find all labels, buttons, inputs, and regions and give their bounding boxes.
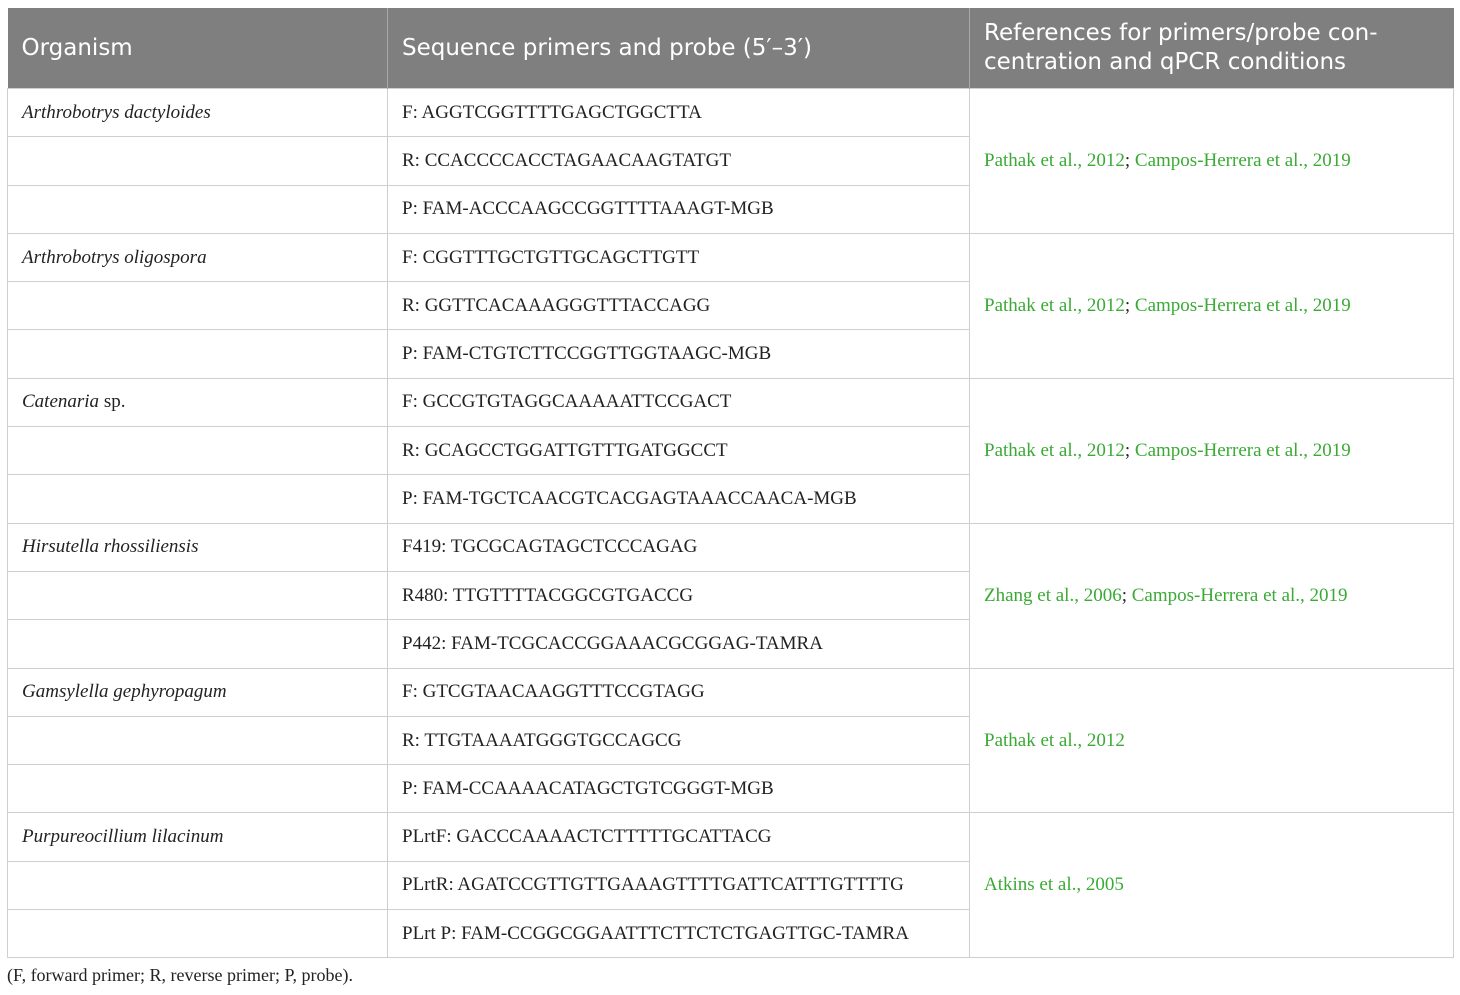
sequence-cell: P: FAM-CTGTCTTCCGGTTGGTAAGC-MGB xyxy=(387,329,970,379)
reference-link[interactable]: Pathak et al., 2012 xyxy=(984,440,1125,461)
organism-cell: Catenaria sp. xyxy=(7,377,388,428)
references-cell: Pathak et al., 2012; Campos-Herrera et a… xyxy=(969,377,1454,524)
references-cell: Pathak et al., 2012 xyxy=(969,667,1454,814)
empty-organism-cell xyxy=(7,329,388,379)
reference-link[interactable]: Campos-Herrera et al., 2019 xyxy=(1135,440,1351,461)
reference-link[interactable]: Campos-Herrera et al., 2019 xyxy=(1135,150,1351,171)
header-sequence: Sequence primers and probe (5′–3′) xyxy=(387,8,970,89)
reference-link[interactable]: Campos-Herrera et al., 2019 xyxy=(1132,585,1348,606)
header-references: References for primers/probe con-centrat… xyxy=(969,8,1454,89)
table-row: Gamsylella gephyropagum F: GTCGTAACAAGGTT… xyxy=(7,667,1454,814)
organism-cell: Gamsylella gephyropagum xyxy=(7,667,388,717)
reference-link[interactable]: Pathak et al., 2012 xyxy=(984,295,1125,316)
reference-link[interactable]: Zhang et al., 2006 xyxy=(984,585,1122,606)
organism-name: Hirsutella rhossiliensis xyxy=(22,536,199,558)
organism-name: Purpureocillium lilacinum xyxy=(22,826,224,848)
sequence-cell: P: FAM-ACCCAAGCCGGTTTTAAAGT-MGB xyxy=(387,184,970,234)
primers-table: Organism Sequence primers and probe (5′–… xyxy=(7,8,1454,959)
sequence-cell: F419: TGCGCAGTAGCTCCCAGAG xyxy=(387,522,970,572)
sequence-cell: P: FAM-TGCTCAACGTCACGAGTAAACCAACA-MGB xyxy=(387,474,970,524)
references-cell: Atkins et al., 2005 xyxy=(969,812,1454,959)
sequence-cell: F: GCCGTGTAGGCAAAAATTCCGACT xyxy=(387,377,970,428)
table-row: Arthrobotrys dactyloides F: AGGTCGGTTTTGA… xyxy=(7,87,1454,234)
sequence-cell: F: GTCGTAACAAGGTTTCCGTAGG xyxy=(387,667,970,717)
empty-organism-cell xyxy=(7,619,388,669)
empty-organism-cell xyxy=(7,426,388,476)
sequence-cell: F: CGGTTTGCTGTTGCAGCTTGTT xyxy=(387,232,970,283)
sequence-cell: F: AGGTCGGTTTTGAGCTGGCTTA xyxy=(387,87,970,138)
reference-link[interactable]: Pathak et al., 2012 xyxy=(984,730,1125,751)
sequence-cell: PLrtF: GACCCAAAACTCTTTTTGCATTACG xyxy=(387,812,970,862)
reference-separator: ; xyxy=(1124,439,1135,461)
empty-organism-cell xyxy=(7,184,388,234)
empty-organism-cell xyxy=(7,860,388,911)
empty-organism-cell xyxy=(7,909,388,959)
reference-separator: ; xyxy=(1121,584,1132,606)
header-row: Organism Sequence primers and probe (5′–… xyxy=(7,8,1454,89)
organism-cell: Arthrobotrys oligospora xyxy=(7,232,388,283)
sequence-cell: R: TTGTAAAATGGGTGCCAGCG xyxy=(387,715,970,766)
table-row: Catenaria sp. F: GCCGTGTAGGCAAAAATTCCGACT… xyxy=(7,377,1454,524)
reference-link[interactable]: Campos-Herrera et al., 2019 xyxy=(1135,295,1351,316)
reference-separator: ; xyxy=(1124,149,1135,171)
organism-name: Gamsylella gephyropagum xyxy=(22,681,227,703)
organism-name: Arthrobotrys oligospora xyxy=(22,246,207,268)
table-row: Purpureocillium lilacinum PLrtF: GACCCAAA… xyxy=(7,812,1454,959)
sequence-cell: PLrtR: AGATCCGTTGTTGAAAGTTTTGATTCATTTGTT… xyxy=(387,860,970,911)
empty-organism-cell xyxy=(7,715,388,766)
sequence-cell: P: FAM-CCAAAACATAGCTGTCGGGT-MGB xyxy=(387,764,970,814)
table-footnote: (F, forward primer; R, reverse primer; P… xyxy=(7,965,353,985)
organism-suffix: sp. xyxy=(99,391,126,413)
organism-cell: Purpureocillium lilacinum xyxy=(7,812,388,862)
empty-organism-cell xyxy=(7,570,388,621)
sequence-cell: R: GGTTCACAAAGGGTTTACCAGG xyxy=(387,281,970,331)
references-cell: Pathak et al., 2012; Campos-Herrera et a… xyxy=(969,88,1454,234)
organism-cell: Arthrobotrys dactyloides xyxy=(7,87,388,138)
reference-link[interactable]: Pathak et al., 2012 xyxy=(984,150,1125,171)
empty-organism-cell xyxy=(7,474,388,524)
empty-organism-cell xyxy=(7,136,388,186)
empty-organism-cell xyxy=(7,281,388,331)
header-organism: Organism xyxy=(7,8,388,89)
sequence-cell: R: GCAGCCTGGATTGTTTGATGGCCT xyxy=(387,426,970,476)
organism-name: Arthrobotrys dactyloides xyxy=(22,101,211,123)
table-row: Hirsutella rhossiliensis F419: TGCGCAGTAG… xyxy=(7,522,1454,669)
table-row: Arthrobotrys oligospora F: CGGTTTGCTGTTGC… xyxy=(7,232,1454,379)
references-cell: Pathak et al., 2012; Campos-Herrera et a… xyxy=(969,232,1454,379)
sequence-cell: P442: FAM-TCGCACCGGAAACGCGGAG-TAMRA xyxy=(387,619,970,669)
table-body: Arthrobotrys dactyloides F: AGGTCGGTTTTGA… xyxy=(7,87,1454,959)
sequence-cell: R480: TTGTTTTACGGCGTGACCG xyxy=(387,570,970,621)
organism-cell: Hirsutella rhossiliensis xyxy=(7,522,388,572)
sequence-cell: R: CCACCCCACCTAGAACAAGTATGT xyxy=(387,136,970,186)
reference-separator: ; xyxy=(1124,294,1135,316)
organism-name: Catenaria xyxy=(22,391,100,413)
reference-link[interactable]: Atkins et al., 2005 xyxy=(984,874,1124,895)
empty-organism-cell xyxy=(7,764,388,814)
sequence-cell: PLrt P: FAM-CCGGCGGAATTTCTTCTCTGAGTTGC-T… xyxy=(387,909,970,959)
references-cell: Zhang et al., 2006; Campos-Herrera et al… xyxy=(969,522,1454,669)
